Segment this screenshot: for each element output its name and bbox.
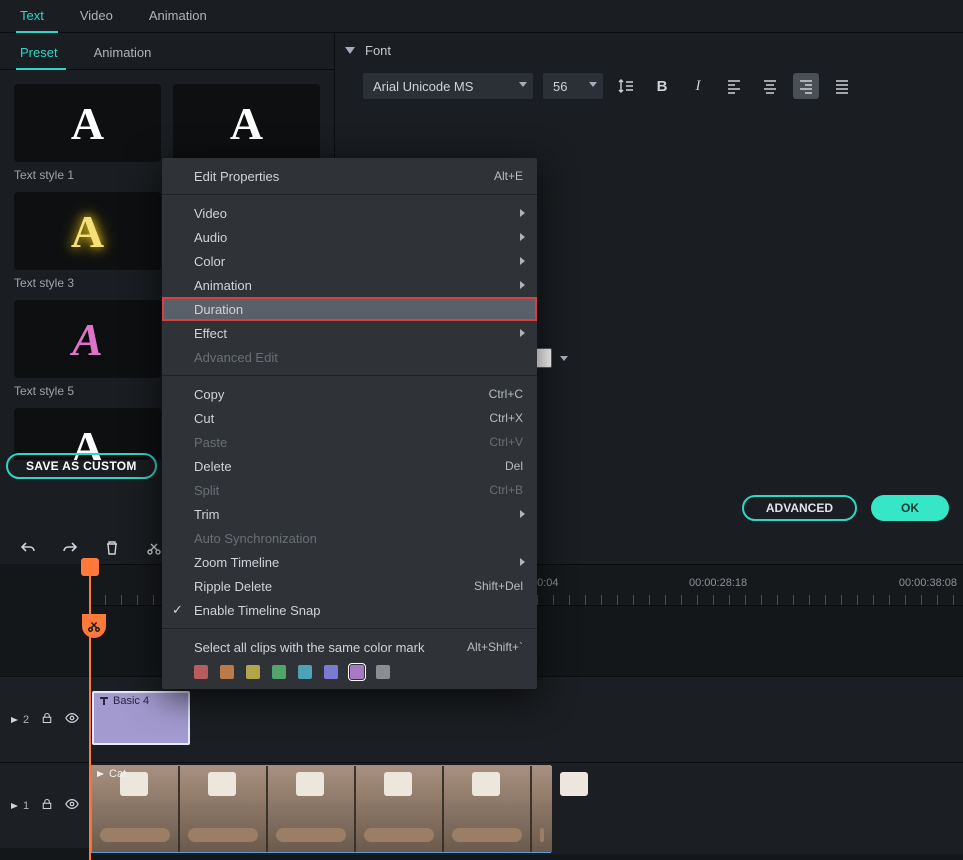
font-section-title: Font (365, 43, 391, 58)
preset-item[interactable]: A Text style 1 (14, 84, 161, 182)
save-as-custom-button[interactable]: SAVE AS CUSTOM (6, 453, 157, 479)
text-clip[interactable]: Basic 4 (92, 691, 190, 745)
preset-thumb: A (173, 84, 320, 162)
cm-duration[interactable]: Duration (162, 297, 537, 321)
collapse-icon (345, 47, 355, 54)
cm-cut[interactable]: CutCtrl+X (162, 406, 537, 430)
top-tab-bar: Text Video Animation (0, 0, 963, 33)
cm-video[interactable]: Video (162, 201, 537, 225)
color-swatch[interactable] (298, 665, 312, 679)
cm-color[interactable]: Color (162, 249, 537, 273)
preset-thumb: A (14, 84, 161, 162)
context-menu: Edit PropertiesAlt+E Video Audio Color A… (162, 158, 537, 689)
track-header-1: 1 (0, 762, 89, 848)
cm-ripple-delete[interactable]: Ripple DeleteShift+Del (162, 574, 537, 598)
color-swatch[interactable] (272, 665, 286, 679)
italic-button[interactable]: I (685, 73, 711, 99)
video-clip[interactable]: Cat (91, 765, 551, 853)
submenu-arrow-icon (520, 558, 525, 566)
redo-button[interactable] (60, 538, 80, 558)
track-header-2: 2 (0, 676, 89, 762)
color-chip-row (532, 348, 568, 368)
chevron-down-icon (519, 82, 527, 87)
tab-video[interactable]: Video (76, 0, 127, 32)
bold-button[interactable]: B (649, 73, 675, 99)
font-family-value: Arial Unicode MS (373, 79, 473, 94)
split-button[interactable] (144, 538, 164, 558)
font-family-select[interactable]: Arial Unicode MS (363, 73, 533, 99)
preset-item[interactable]: A Text style 3 (14, 192, 161, 290)
preset-item[interactable]: A Text style 5 (14, 300, 161, 398)
timeline-playhead[interactable] (89, 564, 91, 860)
undo-button[interactable] (18, 538, 38, 558)
visibility-icon[interactable] (65, 712, 79, 727)
tab-animation[interactable]: Animation (145, 0, 221, 32)
preset-label: Text style 3 (14, 276, 161, 290)
chevron-down-icon (560, 356, 568, 361)
color-swatch[interactable] (350, 665, 364, 679)
submenu-arrow-icon (520, 257, 525, 265)
clip-label: Cat (96, 768, 126, 780)
check-icon: ✓ (172, 602, 183, 618)
color-swatch[interactable] (324, 665, 338, 679)
align-left-button[interactable] (721, 73, 747, 99)
lock-icon[interactable] (41, 798, 53, 813)
align-center-button[interactable] (757, 73, 783, 99)
clip-label: Basic 4 (98, 695, 149, 707)
submenu-arrow-icon (520, 209, 525, 217)
delete-button[interactable] (102, 538, 122, 558)
cm-advanced-edit: Advanced Edit (162, 345, 537, 369)
ok-button[interactable]: OK (871, 495, 949, 521)
tab-text[interactable]: Text (16, 0, 58, 33)
preset-label: Text style 5 (14, 384, 161, 398)
ruler-time: 00:00:38:08 (899, 577, 957, 589)
submenu-arrow-icon (520, 329, 525, 337)
submenu-arrow-icon (520, 233, 525, 241)
align-justify-button[interactable] (829, 73, 855, 99)
cm-zoom-timeline[interactable]: Zoom Timeline (162, 550, 537, 574)
visibility-icon[interactable] (65, 798, 79, 813)
cm-trim[interactable]: Trim (162, 502, 537, 526)
submenu-arrow-icon (520, 510, 525, 518)
font-section-header[interactable]: Font (335, 33, 963, 65)
cm-delete[interactable]: DeleteDel (162, 454, 537, 478)
font-size-value: 56 (553, 79, 567, 94)
cm-edit-properties[interactable]: Edit PropertiesAlt+E (162, 164, 537, 188)
cm-split: SplitCtrl+B (162, 478, 537, 502)
advanced-button[interactable]: ADVANCED (742, 495, 857, 521)
cm-copy[interactable]: CopyCtrl+C (162, 382, 537, 406)
chevron-down-icon (589, 82, 597, 87)
color-swatch[interactable] (220, 665, 234, 679)
cm-audio[interactable]: Audio (162, 225, 537, 249)
color-swatch[interactable] (194, 665, 208, 679)
cm-paste: PasteCtrl+V (162, 430, 537, 454)
font-size-select[interactable]: 56 (543, 73, 603, 99)
color-swatch[interactable] (376, 665, 390, 679)
cm-select-same-color[interactable]: Select all clips with the same color mar… (162, 635, 537, 659)
preset-thumb: A (14, 300, 161, 378)
lock-icon[interactable] (41, 712, 53, 727)
submenu-arrow-icon (520, 281, 525, 289)
cm-enable-snap[interactable]: ✓Enable Timeline Snap (162, 598, 537, 622)
track-body-1[interactable]: Cat (89, 762, 963, 854)
preset-thumb: A (14, 192, 161, 270)
tab-preset[interactable]: Preset (16, 41, 66, 70)
track-number: 1 (10, 800, 29, 812)
color-swatch[interactable] (246, 665, 260, 679)
cm-color-swatches (162, 659, 537, 683)
preset-label: Text style 1 (14, 168, 161, 182)
line-spacing-button[interactable] (613, 73, 639, 99)
preset-tab-bar: Preset Animation (0, 33, 334, 70)
cm-animation[interactable]: Animation (162, 273, 537, 297)
cm-effect[interactable]: Effect (162, 321, 537, 345)
split-marker-icon[interactable] (82, 614, 106, 638)
tab-preset-animation[interactable]: Animation (90, 41, 160, 69)
align-right-button[interactable] (793, 73, 819, 99)
ruler-time: 00:00:28:18 (689, 577, 747, 589)
track-number: 2 (10, 714, 29, 726)
cm-auto-sync: Auto Synchronization (162, 526, 537, 550)
